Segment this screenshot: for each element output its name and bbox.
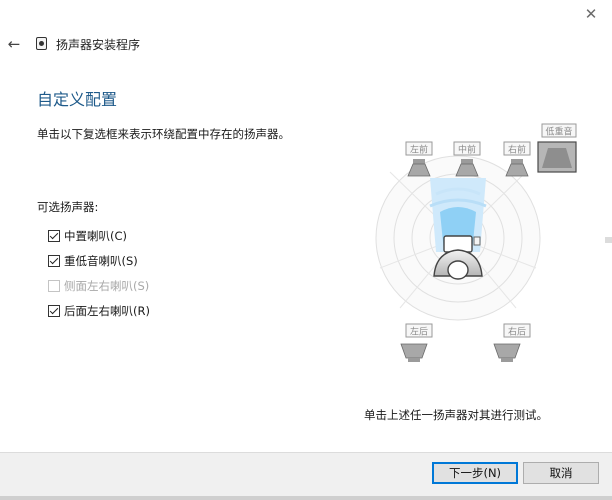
checkbox-label: 后面左右喇叭(R) [64, 304, 150, 318]
rear-left-speaker[interactable]: 左后 [400, 323, 433, 362]
center-label: 中前 [458, 144, 476, 156]
rear-right-label: 右后 [508, 326, 526, 338]
app-title: 扬声器安装程序 [56, 38, 141, 52]
front-left-speaker[interactable]: 左前 [405, 141, 433, 177]
rear-right-speaker[interactable]: 右后 [493, 323, 531, 362]
page-title: 自定义配置 [37, 90, 118, 109]
taskbar-edge [0, 496, 612, 500]
button-bar [0, 452, 612, 500]
front-left-label: 左前 [410, 144, 428, 156]
test-instruction: 单击上述任一扬声器对其进行测试。 [364, 408, 548, 422]
window-edge [605, 237, 612, 243]
checkbox-subwoofer[interactable]: 重低音喇叭(S) [48, 251, 138, 271]
subwoofer-speaker[interactable]: 低重音 [537, 123, 577, 173]
optional-speakers-label: 可选扬声器: [37, 200, 99, 214]
back-button[interactable]: ← [4, 34, 24, 54]
checkbox-label: 侧面左右喇叭(S) [64, 279, 150, 293]
checkbox-box[interactable] [48, 255, 60, 267]
checkbox-label: 重低音喇叭(S) [64, 254, 138, 268]
checkbox-box[interactable] [48, 230, 60, 242]
close-button[interactable]: ✕ [578, 4, 604, 24]
speaker-app-icon [36, 37, 47, 50]
checkbox-box[interactable] [48, 305, 60, 317]
checkbox-center-speaker[interactable]: 中置喇叭(C) [48, 226, 127, 246]
instruction-text: 单击以下复选框来表示环绕配置中存在的扬声器。 [37, 127, 290, 141]
front-right-label: 右前 [508, 144, 526, 156]
close-icon: ✕ [584, 5, 598, 23]
checkbox-label: 中置喇叭(C) [64, 229, 128, 243]
cancel-button[interactable]: 取消 [523, 462, 599, 484]
subwoofer-label: 低重音 [545, 126, 572, 138]
speaker-layout-diagram: 左前 中前 右前 低重音 左后 右后 [375, 123, 577, 362]
front-right-speaker[interactable]: 右前 [503, 141, 531, 177]
rear-left-label: 左后 [410, 326, 428, 338]
checkbox-rear-speakers[interactable]: 后面左右喇叭(R) [48, 301, 150, 321]
next-button[interactable]: 下一步(N) [432, 462, 518, 484]
checkbox-side-speakers: 侧面左右喇叭(S) [48, 276, 149, 296]
back-arrow-icon: ← [7, 35, 21, 53]
checkbox-box [48, 280, 60, 292]
